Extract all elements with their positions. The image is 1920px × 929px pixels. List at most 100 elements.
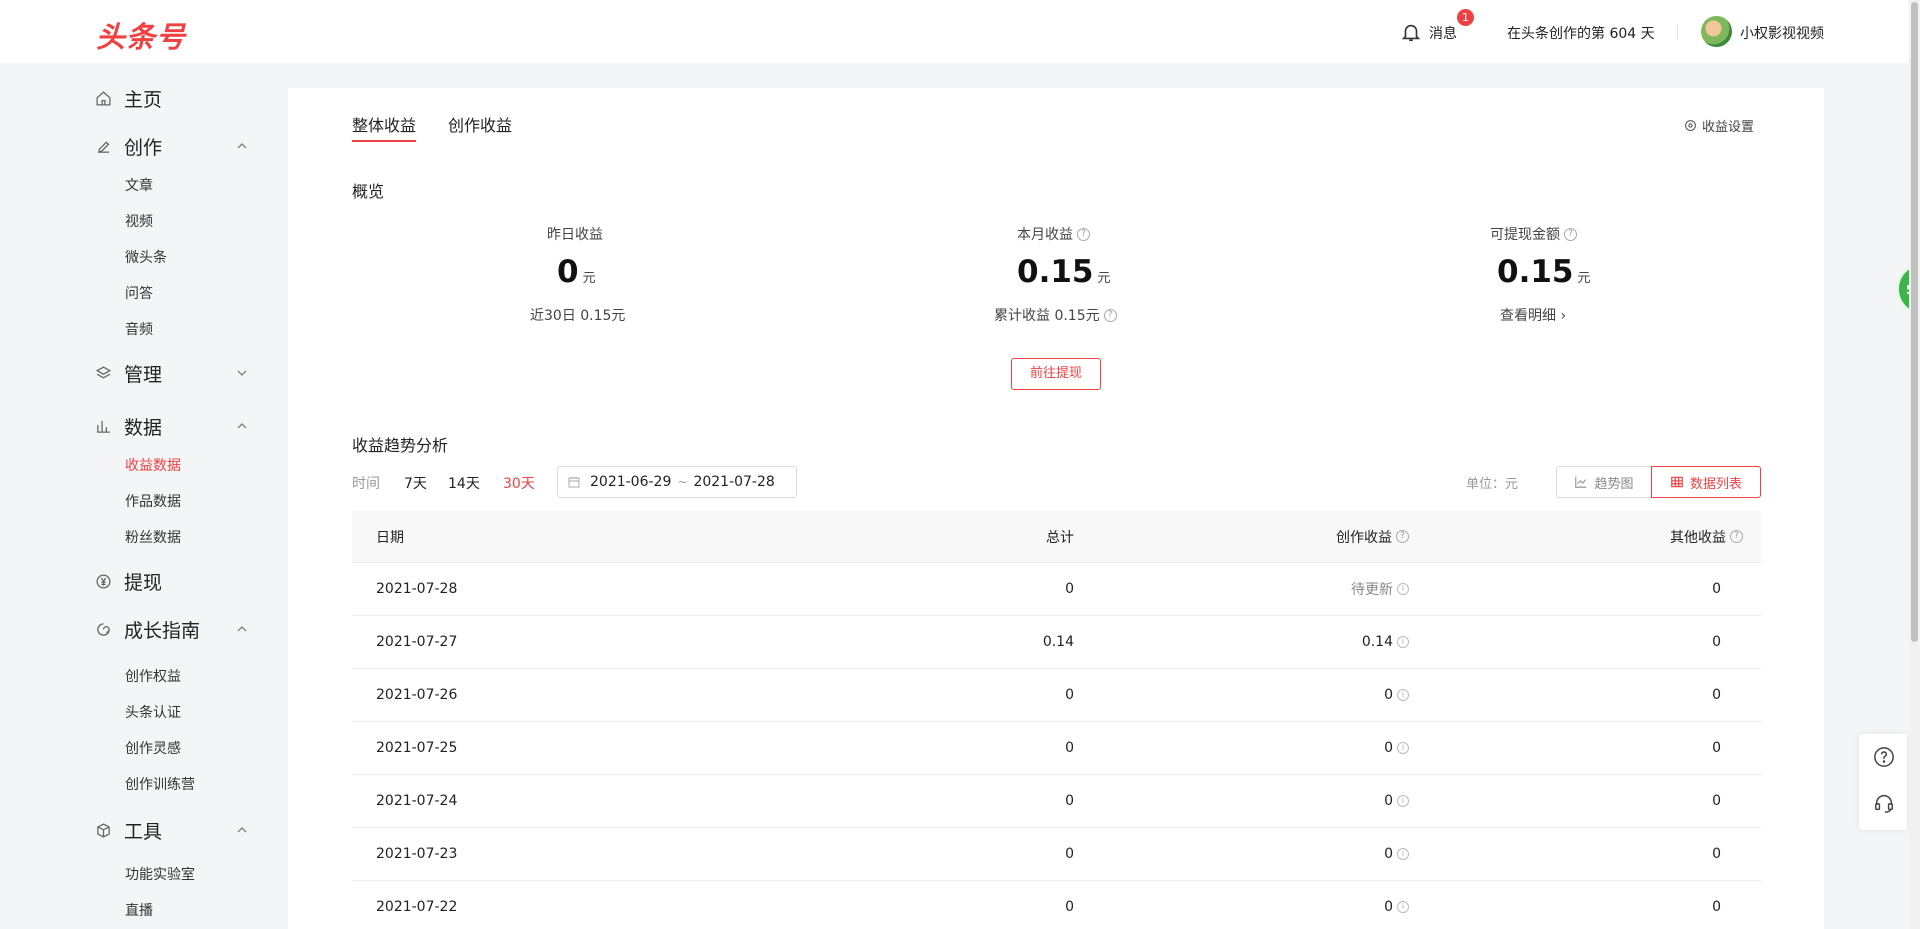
revenue-settings-link[interactable]: 收益设置 <box>1684 116 1754 135</box>
month-revenue-label: 本月收益? <box>1017 224 1090 244</box>
headset-icon[interactable] <box>1873 792 1895 814</box>
sidebar-subitem-training-camp[interactable]: 创作训练营 <box>125 774 195 794</box>
grid-icon <box>1671 476 1683 488</box>
page-scrollbar[interactable] <box>1909 0 1920 929</box>
bar-chart-icon <box>94 417 112 435</box>
creation-days-text: 在头条创作的第 604 天 <box>1507 26 1655 42</box>
info-icon[interactable]: i <box>1397 901 1409 913</box>
sidebar-subitem-revenue-data[interactable]: 收益数据 <box>125 455 181 475</box>
date-separator: ~ <box>677 475 688 489</box>
date-end: 2021-07-28 <box>693 474 775 490</box>
cell-other: 0 <box>1712 740 1721 756</box>
sidebar-item-manage[interactable]: 管理 <box>94 359 162 387</box>
tab-creation-revenue[interactable]: 创作收益 <box>448 112 512 136</box>
help-icon[interactable]: ? <box>1730 530 1743 543</box>
sidebar-item-tools[interactable]: 工具 <box>94 816 162 844</box>
trend-chart-button[interactable]: 趋势图 <box>1556 466 1652 498</box>
cell-date: 2021-07-28 <box>376 581 458 597</box>
sidebar-item-growth[interactable]: 成长指南 <box>94 615 200 643</box>
sidebar-subitem-inspiration[interactable]: 创作灵感 <box>125 738 181 758</box>
help-icon[interactable]: ? <box>1564 227 1577 241</box>
view-details-link[interactable]: 查看明细 › <box>1500 305 1566 325</box>
messages-badge: 1 <box>1457 9 1474 26</box>
cell-creation: 0i <box>1384 669 1409 721</box>
sidebar-item-home[interactable]: 主页 <box>94 84 162 112</box>
info-icon[interactable]: i <box>1397 742 1409 754</box>
help-panel <box>1859 734 1907 830</box>
scrollbar-thumb[interactable] <box>1911 2 1918 642</box>
username[interactable]: 小权影视视频 <box>1740 23 1824 43</box>
sidebar-item-label: 主页 <box>124 88 163 111</box>
tab-active-indicator <box>352 140 416 142</box>
cell-total: 0 <box>1065 581 1074 597</box>
info-icon[interactable]: i <box>1397 848 1409 860</box>
layers-icon <box>94 364 112 382</box>
chevron-up-icon[interactable] <box>236 140 248 152</box>
range-7-days[interactable]: 7天 <box>404 473 427 493</box>
data-list-button[interactable]: 数据列表 <box>1651 466 1761 498</box>
yesterday-revenue-label: 昨日收益 <box>547 227 603 243</box>
cell-creation: 0i <box>1384 881 1409 929</box>
info-icon[interactable]: i <box>1397 583 1409 595</box>
line-chart-icon <box>1575 476 1587 488</box>
sidebar-subitem-video[interactable]: 视频 <box>125 211 153 231</box>
cell-creation: 0i <box>1384 775 1409 827</box>
help-icon[interactable]: ? <box>1103 308 1117 322</box>
messages-link[interactable]: 消息 <box>1429 23 1457 43</box>
range-14-days[interactable]: 14天 <box>448 473 480 493</box>
info-icon[interactable]: i <box>1397 795 1409 807</box>
cell-total: 0.14 <box>1042 634 1074 650</box>
chevron-up-icon[interactable] <box>236 623 248 635</box>
chevron-down-icon[interactable] <box>236 367 248 379</box>
tab-overall-revenue[interactable]: 整体收益 <box>352 112 416 136</box>
table-row: 2021-07-23 0 0i 0 <box>352 828 1761 881</box>
go-withdraw-button[interactable]: 前往提现 <box>1011 358 1101 390</box>
range-30-days[interactable]: 30天 <box>503 473 535 493</box>
help-icon[interactable]: ? <box>1396 530 1409 543</box>
avatar[interactable] <box>1701 16 1732 47</box>
overview-title: 概览 <box>352 182 385 201</box>
sidebar-subitem-audio[interactable]: 音频 <box>125 319 153 339</box>
cell-other: 0 <box>1712 793 1721 809</box>
sidebar-item-label: 数据 <box>124 416 163 439</box>
chevron-up-icon[interactable] <box>236 824 248 836</box>
table-row: 2021-07-28 0 待更新 i 0 <box>352 563 1761 616</box>
cell-creation: 0i <box>1384 722 1409 774</box>
logo[interactable]: 头条号 <box>96 14 186 56</box>
info-icon[interactable]: i <box>1397 636 1409 648</box>
yesterday-revenue-value: 0元 <box>557 254 596 290</box>
revenue-settings-label: 收益设置 <box>1702 120 1755 135</box>
sidebar-subitem-live[interactable]: 直播 <box>125 900 153 920</box>
header-total: 总计 <box>1046 529 1074 546</box>
cell-date: 2021-07-27 <box>376 634 458 650</box>
cell-date: 2021-07-26 <box>376 687 458 703</box>
sidebar-subitem-certification[interactable]: 头条认证 <box>125 702 181 722</box>
cell-other: 0 <box>1712 899 1721 915</box>
sidebar-subitem-creator-rights[interactable]: 创作权益 <box>125 666 181 686</box>
sidebar-subitem-works-data[interactable]: 作品数据 <box>125 491 181 511</box>
cell-total: 0 <box>1065 846 1074 862</box>
sidebar-subitem-article[interactable]: 文章 <box>125 175 153 195</box>
sidebar-item-label: 成长指南 <box>124 619 201 642</box>
sidebar-subitem-qa[interactable]: 问答 <box>125 283 153 303</box>
help-icon[interactable]: ? <box>1077 227 1090 241</box>
month-revenue-value: 0.15 元 <box>1017 254 1111 290</box>
cell-other: 0 <box>1712 687 1721 703</box>
table-header: 日期 总计 创作收益? 其他收益? <box>352 511 1761 563</box>
sidebar-item-create[interactable]: 创作 <box>94 132 162 160</box>
revenue-table: 日期 总计 创作收益? 其他收益? 2021-07-28 0 待更新 i 0 20… <box>352 511 1761 929</box>
sidebar-item-label: 提现 <box>124 571 163 594</box>
bell-icon[interactable] <box>1400 21 1422 43</box>
sidebar-subitem-weitoutiao[interactable]: 微头条 <box>125 247 167 267</box>
withdrawable-amount-label: 可提现金额? <box>1490 224 1577 244</box>
info-icon[interactable]: i <box>1397 689 1409 701</box>
date-range-picker[interactable]: 2021-06-29 ~ 2021-07-28 <box>557 466 797 498</box>
help-icon[interactable] <box>1873 746 1895 768</box>
unit-label: 单位：元 <box>1466 477 1519 492</box>
table-row: 2021-07-24 0 0i 0 <box>352 775 1761 828</box>
sidebar-subitem-lab[interactable]: 功能实验室 <box>125 864 195 884</box>
chevron-up-icon[interactable] <box>236 420 248 432</box>
sidebar-subitem-fans-data[interactable]: 粉丝数据 <box>125 527 181 547</box>
sidebar-item-withdraw[interactable]: 提现 <box>94 567 162 595</box>
sidebar-item-data[interactable]: 数据 <box>94 412 162 440</box>
